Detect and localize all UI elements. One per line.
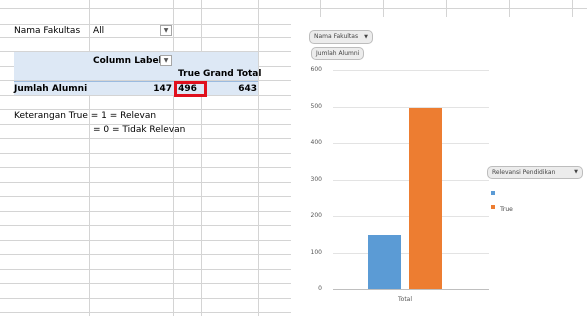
column-labels-dropdown-button[interactable]: ▼ <box>160 55 172 66</box>
chart-legend-button[interactable]: Relevansi Pendidikan ▼ <box>487 166 583 179</box>
pivot-col-header-true: True <box>178 69 201 79</box>
filter-label: Nama Fakultas <box>14 26 81 36</box>
legend-swatch-blank <box>491 190 495 195</box>
filter-dropdown-button[interactable]: ▼ <box>160 25 172 36</box>
gridline <box>333 289 489 290</box>
y-tick-label: 0 <box>318 285 322 292</box>
legend-label-true: True <box>500 206 513 213</box>
chart-legend-label: Relevansi Pendidikan <box>492 169 556 176</box>
y-tick-label: 400 <box>310 139 322 146</box>
y-tick-label: 300 <box>310 175 322 183</box>
chart-filter-button[interactable]: Nama Fakultas ▼ <box>309 30 373 44</box>
chart-filter-label: Nama Fakultas <box>314 33 359 40</box>
note-line-2: = 0 = Tidak Relevan <box>93 125 186 135</box>
chart-value-button[interactable]: Jumlah Alumni <box>311 47 365 60</box>
y-tick-label: 200 <box>310 212 322 219</box>
gridline <box>333 70 489 71</box>
filter-value: All <box>93 26 105 36</box>
legend-swatch-true <box>491 204 495 209</box>
y-tick-label: 600 <box>310 66 322 73</box>
pivot-value-grand-total: 643 <box>238 84 257 94</box>
x-tick-label: Total <box>398 296 413 303</box>
y-tick-label: 500 <box>310 102 322 110</box>
highlight-box <box>174 81 207 97</box>
chart-value-label: Jumlah Alumni <box>316 50 360 57</box>
pivot-col-header-grand-total: Grand Total <box>203 69 262 79</box>
pivot-value-blank: 147 <box>153 84 172 94</box>
chevron-down-icon: ▼ <box>574 169 578 175</box>
bar-true[interactable] <box>409 107 442 289</box>
legend-entry-blank <box>491 182 531 195</box>
note-line-1: Keterangan True = 1 = Relevan <box>14 111 157 121</box>
y-tick-label: 100 <box>310 248 322 256</box>
pivot-column-labels: Column Labels <box>93 56 167 66</box>
pivot-row-label: Jumlah Alumni <box>14 84 88 94</box>
bar-blank[interactable] <box>368 235 401 289</box>
legend-entry-true: True <box>491 196 531 213</box>
chevron-down-icon: ▼ <box>364 34 368 40</box>
